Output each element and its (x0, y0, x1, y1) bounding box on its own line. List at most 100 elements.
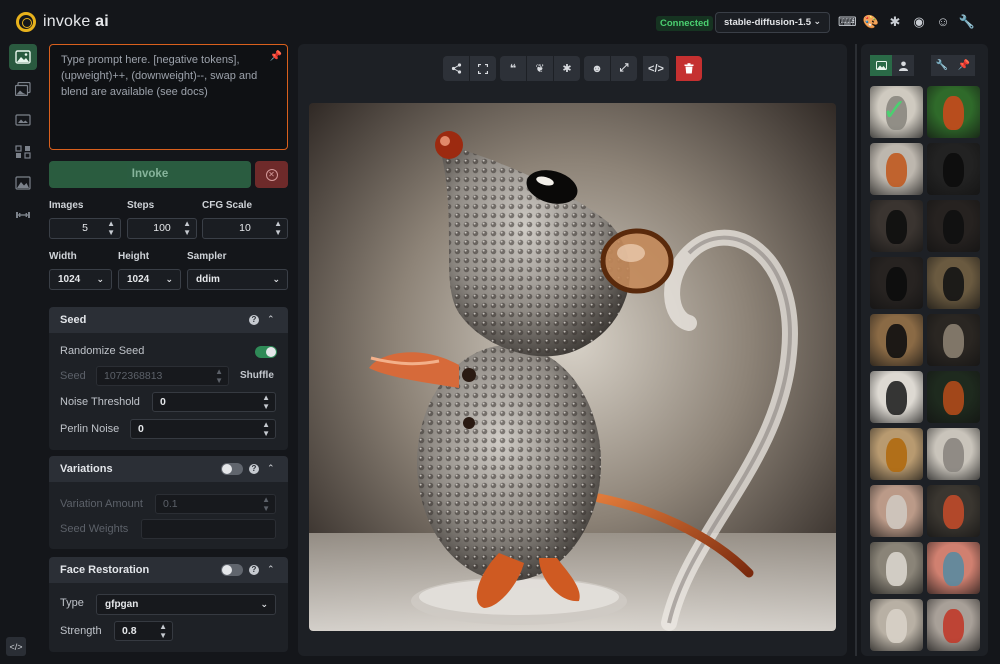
gallery-thumbnail[interactable] (870, 371, 923, 423)
gallery-thumbnail[interactable] (927, 485, 980, 537)
pin-icon[interactable]: 📌 (953, 55, 975, 76)
stepper-arrows-icon: ▲ ▼ (262, 495, 270, 513)
chevron-down-icon: ⌄ (260, 599, 268, 609)
sampler-select[interactable]: ddim ⌄ (187, 269, 288, 290)
perlin-noise-input[interactable]: 0 ▲ ▼ (130, 419, 276, 439)
steps-input[interactable]: 100 ▲ ▼ (127, 218, 197, 239)
seed-value: 1072368813 (104, 370, 163, 382)
wrench-icon[interactable]: 🔧 (958, 13, 976, 31)
connection-status-badge: Connected (656, 16, 714, 31)
seed-weights-input[interactable] (141, 519, 276, 539)
variations-section-header[interactable]: Variations ? ⌃ (49, 456, 288, 482)
github-icon[interactable]: ◉ (910, 13, 928, 31)
fullscreen-icon[interactable] (470, 56, 496, 81)
chevron-up-icon[interactable]: ⌃ (267, 463, 275, 474)
gallery-thumbnail[interactable]: ✓ (870, 86, 923, 138)
current-image[interactable] (309, 103, 836, 631)
gallery-thumbnail[interactable] (870, 200, 923, 252)
help-icon[interactable]: ? (249, 565, 259, 575)
thumbnail-subject (886, 495, 907, 529)
code-toggle-icon[interactable]: </> (6, 637, 26, 656)
user-tab-icon[interactable] (892, 55, 914, 76)
nodes-icon[interactable] (9, 139, 37, 165)
gallery-thumbnail[interactable] (927, 257, 980, 309)
discord-icon[interactable]: ☺ (934, 13, 952, 31)
seed-input[interactable]: 1072368813 ▲ ▼ (96, 366, 229, 386)
images-tab-icon[interactable] (870, 55, 892, 76)
face-restoration-toggle[interactable] (221, 564, 243, 576)
variation-amount-input[interactable]: 0.1 ▲ ▼ (155, 494, 276, 514)
wrench-icon[interactable]: 🔧 (931, 55, 953, 76)
gallery-thumbnail[interactable] (927, 314, 980, 366)
restoration-type-select[interactable]: gfpgan ⌄ (96, 594, 276, 615)
gallery-thumbnail[interactable] (870, 314, 923, 366)
gallery-thumbnail[interactable] (870, 143, 923, 195)
stepper-arrows-icon[interactable]: ▲ ▼ (183, 219, 191, 237)
chevron-up-icon[interactable]: ⌃ (267, 314, 275, 325)
stepper-arrows-icon[interactable]: ▲ ▼ (262, 420, 270, 438)
shuffle-button[interactable]: Shuffle (240, 370, 274, 381)
stepper-arrows-icon[interactable]: ▲ ▼ (262, 393, 270, 411)
face-restoration-section-header[interactable]: Face Restoration ? ⌃ (49, 557, 288, 583)
gallery-thumbnail[interactable] (870, 485, 923, 537)
gallery-thumbnail[interactable] (870, 599, 923, 651)
sampler-value: ddim (196, 274, 220, 285)
seedling-icon[interactable]: ❦ (527, 56, 553, 81)
outpainting-icon[interactable] (9, 170, 37, 196)
gallery-thumbnail[interactable] (927, 599, 980, 651)
panel-divider[interactable] (855, 44, 857, 656)
gallery-thumbnail[interactable] (927, 143, 980, 195)
perlin-noise-label: Perlin Noise (60, 423, 120, 435)
palette-icon[interactable]: 🎨 (862, 13, 880, 31)
help-icon[interactable]: ? (249, 464, 259, 474)
thumbnail-subject (886, 381, 907, 415)
gallery-thumbnail[interactable] (870, 257, 923, 309)
gallery-thumbnail[interactable] (927, 86, 980, 138)
training-icon[interactable] (9, 202, 37, 228)
thumbnail-subject (943, 552, 964, 586)
cancel-button[interactable]: ✕ (255, 161, 288, 188)
text-to-image-icon[interactable] (9, 44, 37, 70)
trash-icon[interactable] (676, 56, 702, 81)
model-select[interactable]: stable-diffusion-1.5 ⌄ (715, 12, 830, 33)
expand-icon[interactable]: ⤢ (611, 56, 637, 81)
perlin-noise-value: 0 (138, 423, 144, 435)
gallery-thumbnail[interactable] (927, 542, 980, 594)
face-icon[interactable]: ☻ (584, 56, 610, 81)
share-icon[interactable] (443, 56, 469, 81)
height-select[interactable]: 1024 ⌄ (118, 269, 181, 290)
cfg-input[interactable]: 10 ▲ ▼ (202, 218, 288, 239)
thumbnail-grid: ✓ (870, 86, 980, 651)
width-select[interactable]: 1024 ⌄ (49, 269, 112, 290)
asterisk-icon[interactable]: ✱ (554, 56, 580, 81)
invoke-button[interactable]: Invoke (49, 161, 251, 188)
gallery-thumbnail[interactable] (927, 200, 980, 252)
stepper-arrows-icon[interactable]: ▲ ▼ (159, 622, 167, 640)
gallery-thumbnail[interactable] (927, 428, 980, 480)
noise-threshold-input[interactable]: 0 ▲ ▼ (152, 392, 276, 412)
thumbnail-subject (943, 438, 964, 472)
thumbnail-subject (886, 153, 907, 187)
keyboard-icon[interactable]: ⌨ (838, 13, 857, 31)
image-to-image-icon[interactable] (9, 76, 37, 102)
seed-section-header[interactable]: Seed ? ⌃ (49, 307, 288, 333)
gallery-thumbnail[interactable] (870, 542, 923, 594)
stepper-arrows-icon[interactable]: ▲ ▼ (107, 219, 115, 237)
strength-input[interactable]: 0.8 ▲ ▼ (114, 621, 173, 641)
gallery-thumbnail[interactable] (870, 428, 923, 480)
thumbnail-subject (886, 438, 907, 472)
help-icon[interactable]: ? (249, 315, 259, 325)
prompt-input[interactable]: Type prompt here. [negative tokens], (up… (49, 44, 288, 150)
gallery-thumbnail[interactable] (927, 371, 980, 423)
quote-icon[interactable]: ❝ (500, 56, 526, 81)
chevron-up-icon[interactable]: ⌃ (267, 564, 275, 575)
randomize-seed-toggle[interactable] (255, 346, 277, 358)
steps-value: 100 (153, 222, 171, 234)
bug-icon[interactable]: ✱ (886, 13, 904, 31)
images-input[interactable]: 5 ▲ ▼ (49, 218, 121, 239)
variations-toggle[interactable] (221, 463, 243, 475)
pin-icon[interactable]: 📌 (270, 49, 282, 65)
code-icon[interactable]: </> (643, 56, 669, 81)
inpainting-icon[interactable] (9, 107, 37, 133)
stepper-arrows-icon[interactable]: ▲ ▼ (274, 219, 282, 237)
